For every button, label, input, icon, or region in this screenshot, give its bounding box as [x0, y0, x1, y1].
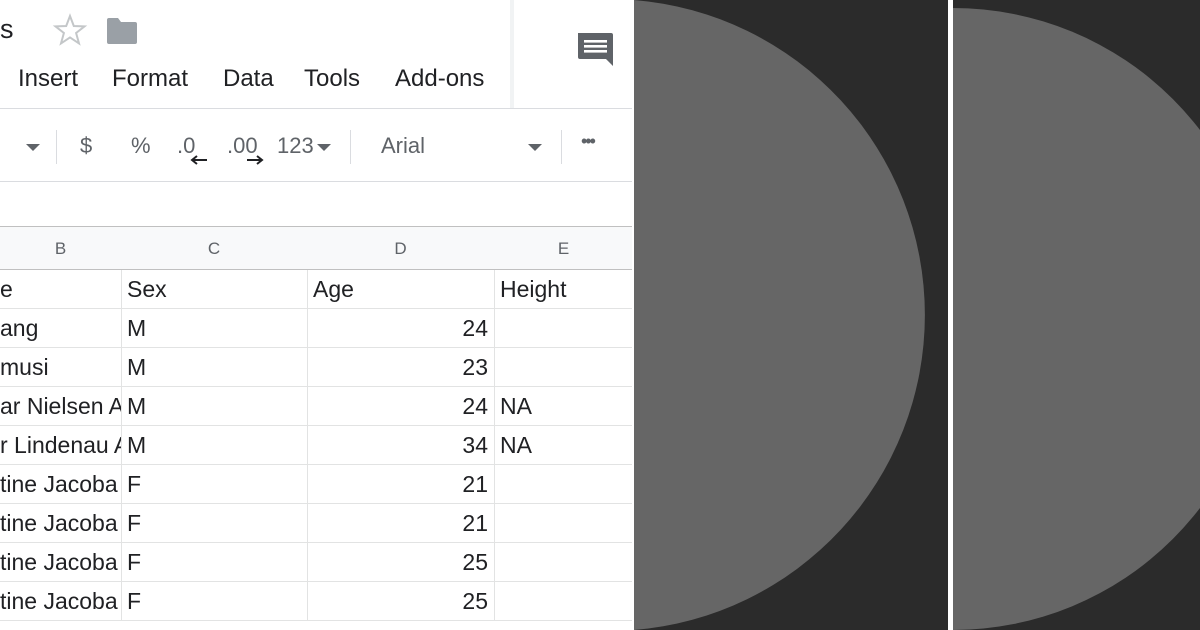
cell-b[interactable]: musi	[0, 348, 122, 387]
menu-format[interactable]: Format	[110, 65, 190, 93]
half-circle-shape	[953, 8, 1200, 630]
percent-format-button[interactable]: %	[131, 133, 151, 159]
spreadsheet-panel: s Insert Format Data Tools Add-ons $ % .…	[0, 0, 632, 630]
toolbar-separator	[561, 130, 562, 164]
cell-d[interactable]: 25	[307, 582, 495, 621]
title-row: s	[0, 0, 632, 64]
cell-c[interactable]: M	[121, 309, 308, 348]
cell-e[interactable]	[494, 504, 632, 543]
folder-icon[interactable]	[105, 16, 139, 46]
cell-d[interactable]: 23	[307, 348, 495, 387]
menu-data[interactable]: Data	[221, 65, 276, 93]
cell-d[interactable]: 24	[307, 309, 495, 348]
zoom-dropdown-caret[interactable]	[26, 144, 40, 151]
cell-e[interactable]	[494, 309, 632, 348]
more-options-button[interactable]: •••	[581, 131, 596, 152]
column-header-e[interactable]: E	[494, 227, 632, 270]
cell-c[interactable]: F	[121, 465, 308, 504]
toolbar-separator	[350, 130, 351, 164]
font-family-dropdown[interactable]: Arial	[381, 133, 425, 159]
formula-bar[interactable]	[0, 182, 632, 226]
cell-b[interactable]: tine Jacoba	[0, 504, 122, 543]
cell-e[interactable]	[494, 465, 632, 504]
cell-b-header[interactable]: e	[0, 270, 122, 309]
toolbar-separator	[56, 130, 57, 164]
number-format-button[interactable]: 123	[277, 133, 314, 159]
cell-b[interactable]: ang	[0, 309, 122, 348]
star-icon[interactable]	[52, 12, 88, 48]
currency-format-button[interactable]: $	[80, 133, 92, 159]
comment-icon[interactable]	[575, 30, 615, 70]
toolbar-top-border	[0, 108, 632, 109]
cell-c[interactable]: F	[121, 582, 308, 621]
cell-c[interactable]: M	[121, 387, 308, 426]
cell-d[interactable]: 24	[307, 387, 495, 426]
dark-panel-left	[634, 0, 948, 630]
cell-e-header[interactable]: Height	[494, 270, 632, 309]
column-header-c[interactable]: C	[121, 227, 308, 270]
cell-b[interactable]: r Lindenau A	[0, 426, 122, 465]
menu-add-ons[interactable]: Add-ons	[393, 65, 486, 93]
cell-e[interactable]	[494, 582, 632, 621]
cell-e[interactable]	[494, 543, 632, 582]
menu-tools[interactable]: Tools	[302, 65, 362, 93]
dark-panel-right	[953, 0, 1200, 630]
cell-d[interactable]: 21	[307, 465, 495, 504]
column-header-b[interactable]: B	[0, 227, 122, 270]
menu-insert[interactable]: Insert	[16, 65, 80, 93]
cell-d-header[interactable]: Age	[307, 270, 495, 309]
arrow-left-icon	[190, 155, 207, 165]
cell-c[interactable]: F	[121, 543, 308, 582]
half-circle-shape	[634, 0, 925, 630]
header-divider	[510, 0, 514, 108]
sheet-grid: B C D E e Sex Age Height ang M 24 musi M…	[0, 227, 632, 630]
number-format-caret[interactable]	[317, 144, 331, 151]
cell-d[interactable]: 34	[307, 426, 495, 465]
cell-b[interactable]: tine Jacoba	[0, 465, 122, 504]
cell-e[interactable]	[494, 348, 632, 387]
cell-c[interactable]: F	[121, 504, 308, 543]
arrow-right-icon	[247, 155, 264, 165]
cell-c[interactable]: M	[121, 348, 308, 387]
cell-b[interactable]: tine Jacoba	[0, 543, 122, 582]
menu-bar: Insert Format Data Tools Add-ons	[0, 60, 512, 100]
cell-b[interactable]: tine Jacoba	[0, 582, 122, 621]
cell-c[interactable]: M	[121, 426, 308, 465]
font-dropdown-caret[interactable]	[528, 144, 542, 151]
cell-d[interactable]: 21	[307, 504, 495, 543]
cell-e[interactable]: NA	[494, 387, 632, 426]
document-title[interactable]: s	[0, 14, 14, 45]
cell-c-header[interactable]: Sex	[121, 270, 308, 309]
cell-e[interactable]: NA	[494, 426, 632, 465]
column-header-d[interactable]: D	[307, 227, 495, 270]
cell-b[interactable]: ar Nielsen A	[0, 387, 122, 426]
cell-d[interactable]: 25	[307, 543, 495, 582]
